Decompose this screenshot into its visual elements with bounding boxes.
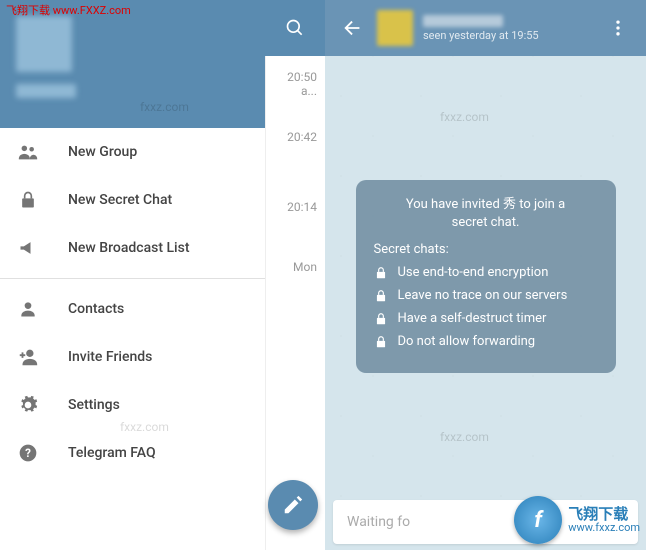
compose-fab[interactable] <box>268 480 318 530</box>
more-button[interactable] <box>598 8 638 48</box>
brand-name: 飞翔下载 <box>568 506 640 523</box>
chat-preview: a... <box>301 84 317 98</box>
info-bullet: Have a self-destruct timer <box>374 311 598 326</box>
chat-time: Mon <box>293 260 317 274</box>
lock-icon <box>374 266 388 280</box>
info-bullet: Do not allow forwarding <box>374 334 598 349</box>
chat-title-area[interactable]: seen yesterday at 19:55 <box>423 15 598 42</box>
arrow-left-icon <box>342 17 364 39</box>
search-icon <box>285 18 305 38</box>
chat-list-strip: 20:50 a... 20:42 20:14 Mon <box>265 0 325 550</box>
brand-url: www.fxxz.com <box>568 522 640 534</box>
contact-status: seen yesterday at 19:55 <box>423 29 598 42</box>
info-bullet: Leave no trace on our servers <box>374 288 598 303</box>
megaphone-icon <box>16 236 40 260</box>
help-icon: ? <box>16 441 40 465</box>
person-icon <box>16 297 40 321</box>
more-vertical-icon <box>608 18 628 38</box>
lock-icon <box>16 188 40 212</box>
menu-label: New Group <box>68 144 137 160</box>
group-icon <box>16 140 40 164</box>
info-title: You have invited 秀 to join asecret chat. <box>374 196 598 232</box>
search-button[interactable] <box>265 0 325 56</box>
menu-label: New Broadcast List <box>68 240 190 256</box>
chat-time: 20:50 <box>287 70 317 84</box>
input-placeholder: Waiting fo <box>347 514 410 530</box>
brand-logo-icon: f <box>514 496 562 544</box>
menu-label: Contacts <box>68 301 124 317</box>
user-avatar[interactable] <box>16 16 72 72</box>
menu-label: Settings <box>68 397 120 413</box>
contact-avatar[interactable] <box>377 10 413 46</box>
secret-chat-screen: seen yesterday at 19:55 You have invited… <box>325 0 646 550</box>
info-subtitle: Secret chats: <box>374 242 598 257</box>
menu-label: Telegram FAQ <box>68 445 156 461</box>
chat-time: 20:42 <box>287 130 317 144</box>
user-name <box>16 84 76 98</box>
chat-time: 20:14 <box>287 200 317 214</box>
lock-icon <box>374 312 388 326</box>
navigation-drawer: 20:50 a... 20:42 20:14 Mon New Group New… <box>0 0 325 550</box>
person-add-icon <box>16 345 40 369</box>
menu-label: Invite Friends <box>68 349 152 365</box>
svg-text:?: ? <box>25 446 31 460</box>
back-button[interactable] <box>333 8 373 48</box>
lock-icon <box>374 289 388 303</box>
watermark-top: 飞翔下载 www.FXXZ.com <box>6 2 131 18</box>
info-bullet: Use end-to-end encryption <box>374 265 598 280</box>
contact-name <box>423 15 503 27</box>
menu-label: New Secret Chat <box>68 192 172 208</box>
chat-header: seen yesterday at 19:55 <box>325 0 646 56</box>
gear-icon <box>16 393 40 417</box>
pencil-icon <box>282 494 304 516</box>
brand-badge: f 飞翔下载 www.fxxz.com <box>514 496 640 544</box>
secret-chat-info-card: You have invited 秀 to join asecret chat.… <box>356 180 616 373</box>
lock-icon <box>374 335 388 349</box>
